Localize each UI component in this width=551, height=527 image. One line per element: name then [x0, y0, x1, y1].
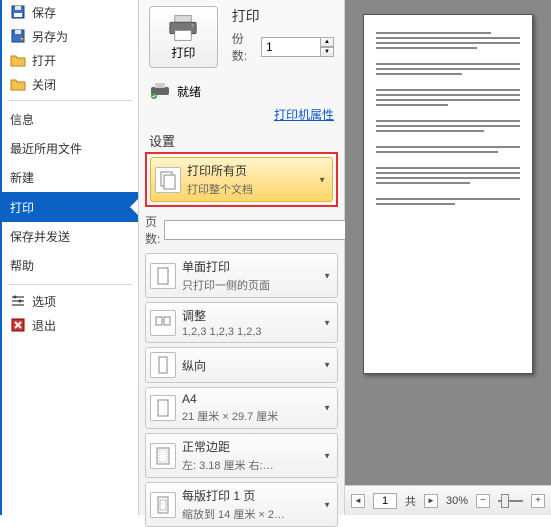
copies-input[interactable]: [261, 37, 321, 57]
sidebar-label: 关闭: [32, 76, 56, 93]
sidebar-item-print[interactable]: 打印: [2, 192, 138, 222]
printer-icon: [149, 82, 171, 100]
saveas-icon: [10, 28, 26, 44]
pages-label: 页数:: [145, 213, 160, 247]
sidebar-item-save-send[interactable]: 保存并发送: [2, 222, 138, 251]
open-folder-icon: [10, 52, 26, 68]
sidebar-item-new[interactable]: 新建: [2, 163, 138, 192]
zoom-value: 30%: [446, 495, 468, 507]
option-title: 正常边距: [182, 438, 333, 455]
printer-selector[interactable]: 就绪: [145, 78, 338, 104]
sidebar-item-exit[interactable]: 退出: [2, 313, 138, 337]
chevron-down-icon: ▼: [323, 404, 331, 413]
perpage-icon: [150, 492, 176, 518]
copies-spinner[interactable]: ▲ ▼: [320, 37, 334, 57]
printer-status-text: 就绪: [177, 83, 201, 100]
option-subtitle: 只打印一侧的页面: [182, 277, 333, 293]
preview-page: [363, 14, 533, 374]
highlight-frame: 打印所有页 打印整个文档 ▼: [145, 152, 338, 207]
sidebar-item-help[interactable]: 帮助: [2, 251, 138, 280]
pages-icon: [155, 167, 181, 193]
chevron-down-icon: ▼: [323, 271, 331, 280]
duplex-selector[interactable]: 单面打印只打印一侧的页面 ▼: [145, 253, 338, 298]
total-pages-label: 共: [405, 493, 416, 509]
spinner-down-icon[interactable]: ▼: [320, 47, 334, 57]
paper-size-selector[interactable]: A4 21 厘米 × 29.7 厘米 ▼: [145, 387, 338, 429]
next-page-button[interactable]: ►: [424, 494, 438, 508]
option-subtitle: 左: 3.18 厘米 右:…: [182, 457, 333, 473]
margins-selector[interactable]: 正常边距左: 3.18 厘米 右:… ▼: [145, 433, 338, 478]
copies-label: 份数:: [232, 30, 257, 64]
print-range-selector[interactable]: 打印所有页 打印整个文档 ▼: [150, 157, 333, 202]
print-button-label: 打印: [171, 44, 195, 61]
print-settings-panel: 打印 打印 份数: ▲ ▼ 就绪 打印机属性 设置: [138, 0, 345, 515]
pages-per-sheet-selector[interactable]: 每版打印 1 页缩放到 14 厘米 × 2… ▼: [145, 482, 338, 527]
collate-selector[interactable]: 调整 1,2,3 1,2,3 1,2,3 ▼: [145, 302, 338, 343]
sidebar-item-options[interactable]: 选项: [2, 289, 138, 313]
save-icon: [10, 4, 26, 20]
chevron-down-icon: ▼: [323, 451, 331, 460]
print-preview-pane: ◄ 共 ► 30% − +: [345, 0, 551, 515]
preview-status-bar: ◄ 共 ► 30% − +: [345, 485, 551, 515]
option-title: 打印所有页: [187, 162, 328, 179]
sidebar-item-save[interactable]: 保存: [2, 0, 138, 24]
chevron-down-icon: ▼: [323, 318, 331, 327]
sidebar-label: 打开: [32, 52, 56, 69]
zoom-in-button[interactable]: +: [531, 494, 545, 508]
option-title: 每版打印 1 页: [182, 487, 333, 504]
sidebar-item-close[interactable]: 关闭: [2, 72, 138, 96]
option-subtitle: 1,2,3 1,2,3 1,2,3: [182, 326, 333, 338]
option-subtitle: 21 厘米 × 29.7 厘米: [182, 408, 333, 424]
option-title: 单面打印: [182, 258, 333, 275]
separator: [8, 100, 132, 101]
settings-section-label: 设置: [145, 129, 338, 152]
sidebar-label: 另存为: [32, 28, 68, 45]
prev-page-button[interactable]: ◄: [351, 494, 365, 508]
option-title: 调整: [182, 307, 333, 324]
option-title: A4: [182, 392, 333, 406]
spinner-up-icon[interactable]: ▲: [320, 37, 334, 47]
option-title: 纵向: [182, 357, 333, 374]
options-icon: [10, 293, 26, 309]
option-subtitle: 缩放到 14 厘米 × 2…: [182, 506, 333, 522]
orientation-selector[interactable]: 纵向 ▼: [145, 347, 338, 383]
print-button[interactable]: 打印: [149, 6, 218, 68]
sidebar-label: 保存: [32, 4, 56, 21]
current-page-input[interactable]: [373, 493, 397, 509]
sidebar-label: 打印: [10, 199, 34, 216]
chevron-down-icon: ▼: [323, 361, 331, 370]
sidebar-label: 退出: [32, 317, 56, 334]
pages-input[interactable]: [164, 220, 351, 240]
option-subtitle: 打印整个文档: [187, 181, 328, 197]
printer-icon: [166, 14, 200, 42]
paper-icon: [150, 395, 176, 421]
zoom-out-button[interactable]: −: [476, 494, 490, 508]
printer-properties-link[interactable]: 打印机属性: [145, 104, 338, 129]
backstage-sidebar: 保存 另存为 打开 关闭 信息 最近所用文件 新建 打印 保存并发送 帮助 选项…: [0, 0, 138, 515]
chevron-down-icon: ▼: [318, 175, 326, 184]
portrait-icon: [150, 352, 176, 378]
exit-icon: [10, 317, 26, 333]
margins-icon: [150, 443, 176, 469]
sidebar-item-open[interactable]: 打开: [2, 48, 138, 72]
separator: [8, 284, 132, 285]
sidebar-item-saveas[interactable]: 另存为: [2, 24, 138, 48]
sidebar-item-info[interactable]: 信息: [2, 105, 138, 134]
sidebar-item-recent[interactable]: 最近所用文件: [2, 134, 138, 163]
zoom-slider[interactable]: [498, 500, 523, 502]
print-title: 打印: [232, 6, 334, 26]
sidebar-label: 选项: [32, 293, 56, 310]
close-folder-icon: [10, 76, 26, 92]
single-side-icon: [150, 263, 176, 289]
collate-icon: [150, 310, 176, 336]
chevron-down-icon: ▼: [323, 500, 331, 509]
